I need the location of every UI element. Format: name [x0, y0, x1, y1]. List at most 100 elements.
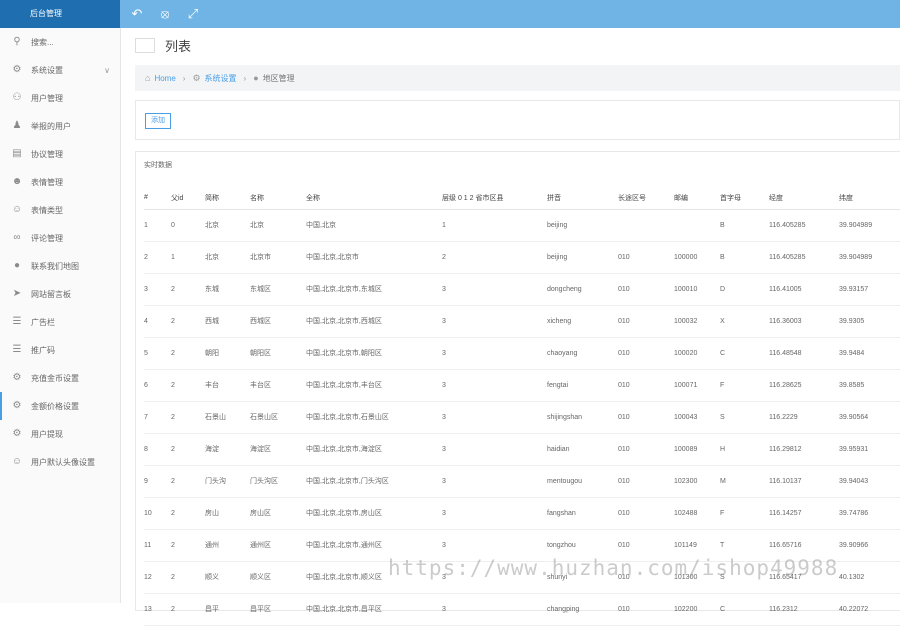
table-cell: 116.48548 — [769, 337, 839, 370]
sidebar-search[interactable]: ⚲ 搜索... — [0, 28, 120, 56]
table-row[interactable]: 10 2 房山 房山区 中国,北京,北京市,房山区 3 fangshan 010 102488 F… — [144, 497, 900, 530]
table-cell: M — [720, 465, 769, 498]
table-cell: 中国,北京,北京市,昌平区 — [306, 593, 442, 626]
home-icon: ⌂ — [145, 73, 151, 83]
sidebar-item-0[interactable]: ⚙ 系统设置 ∨ — [0, 56, 120, 84]
table-row[interactable]: 7 2 石景山 石景山区 中国,北京,北京市,石景山区 3 shijingshan 010 10… — [144, 401, 900, 434]
sidebar-item-8[interactable]: ➤ 网站留言板 — [0, 280, 120, 308]
table-cell: 116.2312 — [769, 593, 839, 626]
table-cell: 1 — [171, 241, 205, 274]
table-row[interactable]: 3 2 东城 东城区 中国,北京,北京市,东城区 3 dongcheng 010 100010 D… — [144, 273, 900, 306]
table-cell: 中国,北京,北京市,海淀区 — [306, 433, 442, 466]
breadcrumb-level1[interactable]: 系统设置 — [205, 73, 237, 84]
breadcrumb-home[interactable]: Home — [154, 74, 175, 83]
table-cell: 010 — [618, 433, 674, 466]
table-cell: 11 — [144, 529, 171, 562]
sidebar-item-label: 充值金币设置 — [31, 373, 79, 383]
table-cell — [674, 209, 720, 242]
table-cell: 3 — [144, 273, 171, 306]
table-cell: 中国,北京,北京市 — [306, 241, 442, 274]
table-cell: 房山区 — [250, 497, 306, 530]
sidebar-item-6[interactable]: ∞ 评论管理 — [0, 224, 120, 252]
table-cell: 100010 — [674, 273, 720, 306]
table-cell: 东城区 — [250, 273, 306, 306]
table-cell: 102488 — [674, 497, 720, 530]
fullscreen-icon[interactable]: ⤢ — [186, 7, 200, 21]
table-cell: 2 — [171, 593, 205, 626]
column-header: 全称 — [306, 187, 442, 210]
table-cell: 010 — [618, 401, 674, 434]
sidebar-item-label: 用户管理 — [31, 93, 63, 103]
table-cell: 100000 — [674, 241, 720, 274]
table-cell: 3 — [442, 305, 547, 338]
table-cell: 100043 — [674, 401, 720, 434]
table-row[interactable]: 4 2 西城 西城区 中国,北京,北京市,西城区 3 xicheng 010 100032 X 11… — [144, 305, 900, 338]
table-cell: fangshan — [547, 497, 618, 530]
back-arrow-icon[interactable]: ↶ — [130, 7, 144, 21]
table-cell: 朝阳区 — [250, 337, 306, 370]
table-cell: C — [720, 593, 769, 626]
table-row[interactable]: 13 2 昌平 昌平区 中国,北京,北京市,昌平区 3 changping 010 102200… — [144, 593, 900, 626]
top-bar: 后台管理 ↶ ⦻ ⤢ — [0, 0, 900, 28]
table-cell: 顺义区 — [250, 561, 306, 594]
table-cell: 北京 — [205, 209, 250, 242]
table-cell: 3 — [442, 273, 547, 306]
sidebar-item-12[interactable]: ⚙ 金额价格设置 — [0, 392, 120, 420]
table-row[interactable]: 6 2 丰台 丰台区 中国,北京,北京市,丰台区 3 fengtai 010 100071 F 11… — [144, 369, 900, 402]
table-cell: H — [720, 433, 769, 466]
sidebar-item-13[interactable]: ⚙ 用户提现 — [0, 420, 120, 448]
table-row[interactable]: 8 2 海淀 海淀区 中国,北京,北京市,海淀区 3 haidian 010 100089 H 11… — [144, 433, 900, 466]
sidebar-item-label: 用户默认头像设置 — [31, 457, 95, 467]
table-cell: 39.904989 — [839, 209, 900, 242]
sidebar-item-5[interactable]: ☺ 表情类型 — [0, 196, 120, 224]
table-cell: 北京 — [250, 209, 306, 242]
sidebar-item-label: 系统设置 — [31, 65, 63, 75]
table-cell: 100032 — [674, 305, 720, 338]
table-row[interactable]: 2 1 北京 北京市 中国,北京,北京市 2 beijing 010 100000 B 116.40… — [144, 241, 900, 274]
map-pin-icon: ● — [253, 73, 259, 83]
column-header: 简称 — [205, 187, 250, 210]
sidebar-item-2[interactable]: ♟ 举报的用户 — [0, 112, 120, 140]
table-row[interactable]: 5 2 朝阳 朝阳区 中国,北京,北京市,朝阳区 3 chaoyang 010 100020 C 1… — [144, 337, 900, 370]
table-cell: 116.36003 — [769, 305, 839, 338]
table-cell: 门头沟 — [205, 465, 250, 498]
top-toolbar: ↶ ⦻ ⤢ — [130, 7, 200, 21]
table-cell: 北京市 — [250, 241, 306, 274]
table-cell: 中国,北京 — [306, 209, 442, 242]
table-row[interactable]: 1 0 北京 北京 中国,北京 1 beijing B 116.405285 39.904989 — [144, 209, 900, 242]
sidebar-item-7[interactable]: ● 联系我们地图 — [0, 252, 120, 280]
chevron-down-icon[interactable]: ∨ — [104, 66, 110, 75]
table-cell: 北京 — [205, 241, 250, 274]
sidebar-item-3[interactable]: ▤ 协议管理 — [0, 140, 120, 168]
table-cell: 100071 — [674, 369, 720, 402]
sidebar-item-9[interactable]: ☰ 广告栏 — [0, 308, 120, 336]
table-cell: 1 — [442, 209, 547, 242]
circle-back-icon[interactable]: ⦻ — [158, 7, 172, 21]
table-row[interactable]: 9 2 门头沟 门头沟区 中国,北京,北京市,门头沟区 3 mentougou 010 1023… — [144, 465, 900, 498]
sidebar-item-4[interactable]: ☻ 表情管理 — [0, 168, 120, 196]
send-icon: ➤ — [12, 288, 22, 299]
table-cell: 2 — [442, 241, 547, 274]
table-cell: 昌平区 — [250, 593, 306, 626]
sidebar-item-10[interactable]: ☰ 推广码 — [0, 336, 120, 364]
users-icon: ⚇ — [12, 92, 22, 103]
gear-icon: ⚙ — [12, 400, 22, 411]
sidebar-item-11[interactable]: ⚙ 充值金币设置 — [0, 364, 120, 392]
table-cell: 2 — [171, 401, 205, 434]
table-cell: 2 — [171, 561, 205, 594]
add-button[interactable]: 添加 — [145, 113, 171, 129]
table-cell: 中国,北京,北京市,石景山区 — [306, 401, 442, 434]
table-cell: F — [720, 497, 769, 530]
map-pin-icon: ● — [13, 260, 21, 271]
column-header: 首字母 — [720, 187, 769, 210]
table-cell: 10 — [144, 497, 171, 530]
table-cell: 3 — [442, 593, 547, 626]
table-cell: 昌平 — [205, 593, 250, 626]
table-cell: 39.95931 — [839, 433, 900, 466]
sidebar-item-14[interactable]: ☺ 用户默认头像设置 — [0, 448, 120, 476]
sidebar-item-1[interactable]: ⚇ 用户管理 — [0, 84, 120, 112]
table-cell: 中国,北京,北京市,房山区 — [306, 497, 442, 530]
table-cell: 2 — [171, 369, 205, 402]
table-cell: 石景山区 — [250, 401, 306, 434]
table-cell: 9 — [144, 465, 171, 498]
